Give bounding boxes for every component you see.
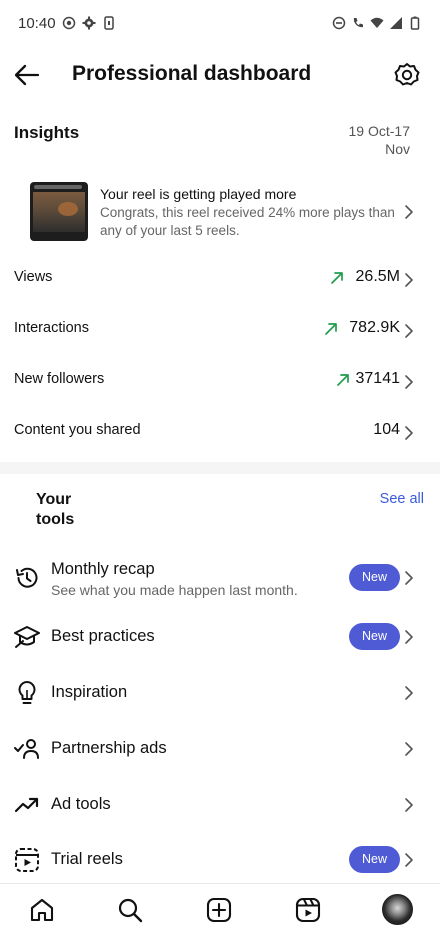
metric-value: 782.9K xyxy=(349,319,400,336)
metric-value: 37141 xyxy=(355,370,401,387)
tool-label: Monthly recap xyxy=(51,560,155,578)
chevron-right-icon xyxy=(405,571,413,585)
chevron-right-icon xyxy=(405,273,413,287)
do-not-disturb-icon xyxy=(332,16,346,30)
lightbulb-icon xyxy=(18,681,36,704)
section-divider xyxy=(0,462,440,474)
trial-reels-icon xyxy=(15,848,39,872)
tools-header: Your tools See all xyxy=(0,490,440,536)
date-range[interactable]: 19 Oct-17 Nov xyxy=(330,122,410,158)
tool-row-inspiration[interactable]: Inspiration xyxy=(0,668,440,718)
insights-title: Insights xyxy=(14,123,80,142)
profile-avatar[interactable] xyxy=(382,894,413,925)
home-icon xyxy=(30,898,54,922)
tool-label: Trial reels xyxy=(51,850,123,868)
new-badge: New xyxy=(349,846,400,873)
metric-row-content-shared[interactable]: Content you shared 104 xyxy=(0,410,440,454)
reel-insight-card[interactable]: Your reel is getting played more Congrat… xyxy=(0,178,440,246)
metric-label: Content you shared xyxy=(14,422,141,438)
chevron-right-icon xyxy=(405,742,413,756)
nav-search[interactable] xyxy=(116,896,144,924)
tool-label: Inspiration xyxy=(51,683,128,701)
trend-up-icon xyxy=(331,272,343,284)
app-header: Professional dashboard xyxy=(0,52,440,98)
partnership-icon xyxy=(14,739,39,759)
trending-up-icon xyxy=(14,797,39,813)
history-icon xyxy=(16,567,38,588)
reel-description: Congrats, this reel received 24% more pl… xyxy=(100,205,395,238)
metric-row-interactions[interactable]: Interactions 782.9K xyxy=(0,308,440,352)
tool-label: Partnership ads xyxy=(51,739,167,757)
nav-home[interactable] xyxy=(28,896,56,924)
new-badge: New xyxy=(349,623,400,650)
tool-row-ad-tools[interactable]: Ad tools xyxy=(0,780,440,830)
battery-icon xyxy=(410,16,420,30)
arrow-left-icon xyxy=(14,64,40,86)
tools-title: Your tools xyxy=(36,491,75,528)
chevron-right-icon xyxy=(405,630,413,644)
reels-icon xyxy=(295,897,321,923)
settings-button[interactable] xyxy=(392,60,422,90)
tool-sublabel: See what you made happen last month. xyxy=(51,582,298,598)
reel-headline: Your reel is getting played more xyxy=(100,186,297,202)
status-time: 10:40 xyxy=(18,14,56,32)
tool-label: Best practices xyxy=(51,627,155,645)
gear-icon xyxy=(394,63,420,86)
nav-reels[interactable] xyxy=(294,896,322,924)
tool-row-best-practices[interactable]: Best practices New xyxy=(0,612,440,662)
search-icon xyxy=(118,898,143,923)
tool-row-partnership-ads[interactable]: Partnership ads xyxy=(0,724,440,774)
create-icon xyxy=(206,897,232,923)
metric-row-views[interactable]: Views 26.5M xyxy=(0,257,440,301)
phone-icon xyxy=(103,16,114,30)
new-badge: New xyxy=(349,564,400,591)
camera-icon xyxy=(62,16,75,30)
metric-label: Views xyxy=(14,269,53,285)
chevron-right-icon xyxy=(405,324,413,338)
gear-icon xyxy=(82,16,96,30)
wifi-calling-icon xyxy=(353,18,363,28)
see-all-link[interactable]: See all xyxy=(380,491,424,507)
insights-header: Insights 19 Oct-17 Nov xyxy=(0,118,440,168)
trend-up-icon xyxy=(337,374,349,386)
trend-up-icon xyxy=(325,323,337,335)
chevron-right-icon xyxy=(405,205,413,219)
wifi-icon xyxy=(370,17,384,28)
metric-row-new-followers[interactable]: New followers 37141 xyxy=(0,359,440,403)
chevron-right-icon xyxy=(405,686,413,700)
chevron-right-icon xyxy=(405,798,413,812)
metric-value: 26.5M xyxy=(355,268,400,285)
metric-label: New followers xyxy=(14,371,105,387)
tool-row-trial-reels[interactable]: Trial reels New xyxy=(0,835,440,885)
tool-row-monthly-recap[interactable]: Monthly recap See what you made happen l… xyxy=(0,554,440,604)
metric-label: Interactions xyxy=(14,320,89,336)
reel-thumbnail xyxy=(30,182,88,241)
tool-label: Ad tools xyxy=(51,795,111,813)
back-button[interactable] xyxy=(12,60,42,90)
metric-value: 104 xyxy=(373,421,400,438)
nav-create[interactable] xyxy=(205,896,233,924)
chevron-right-icon xyxy=(405,853,413,867)
chevron-right-icon xyxy=(405,426,413,440)
page-title: Professional dashboard xyxy=(72,62,312,85)
graduation-cap-icon xyxy=(14,626,40,648)
signal-icon xyxy=(390,17,402,29)
chevron-right-icon xyxy=(405,375,413,389)
bottom-nav xyxy=(0,883,440,943)
status-bar: 10:40 xyxy=(0,0,440,46)
